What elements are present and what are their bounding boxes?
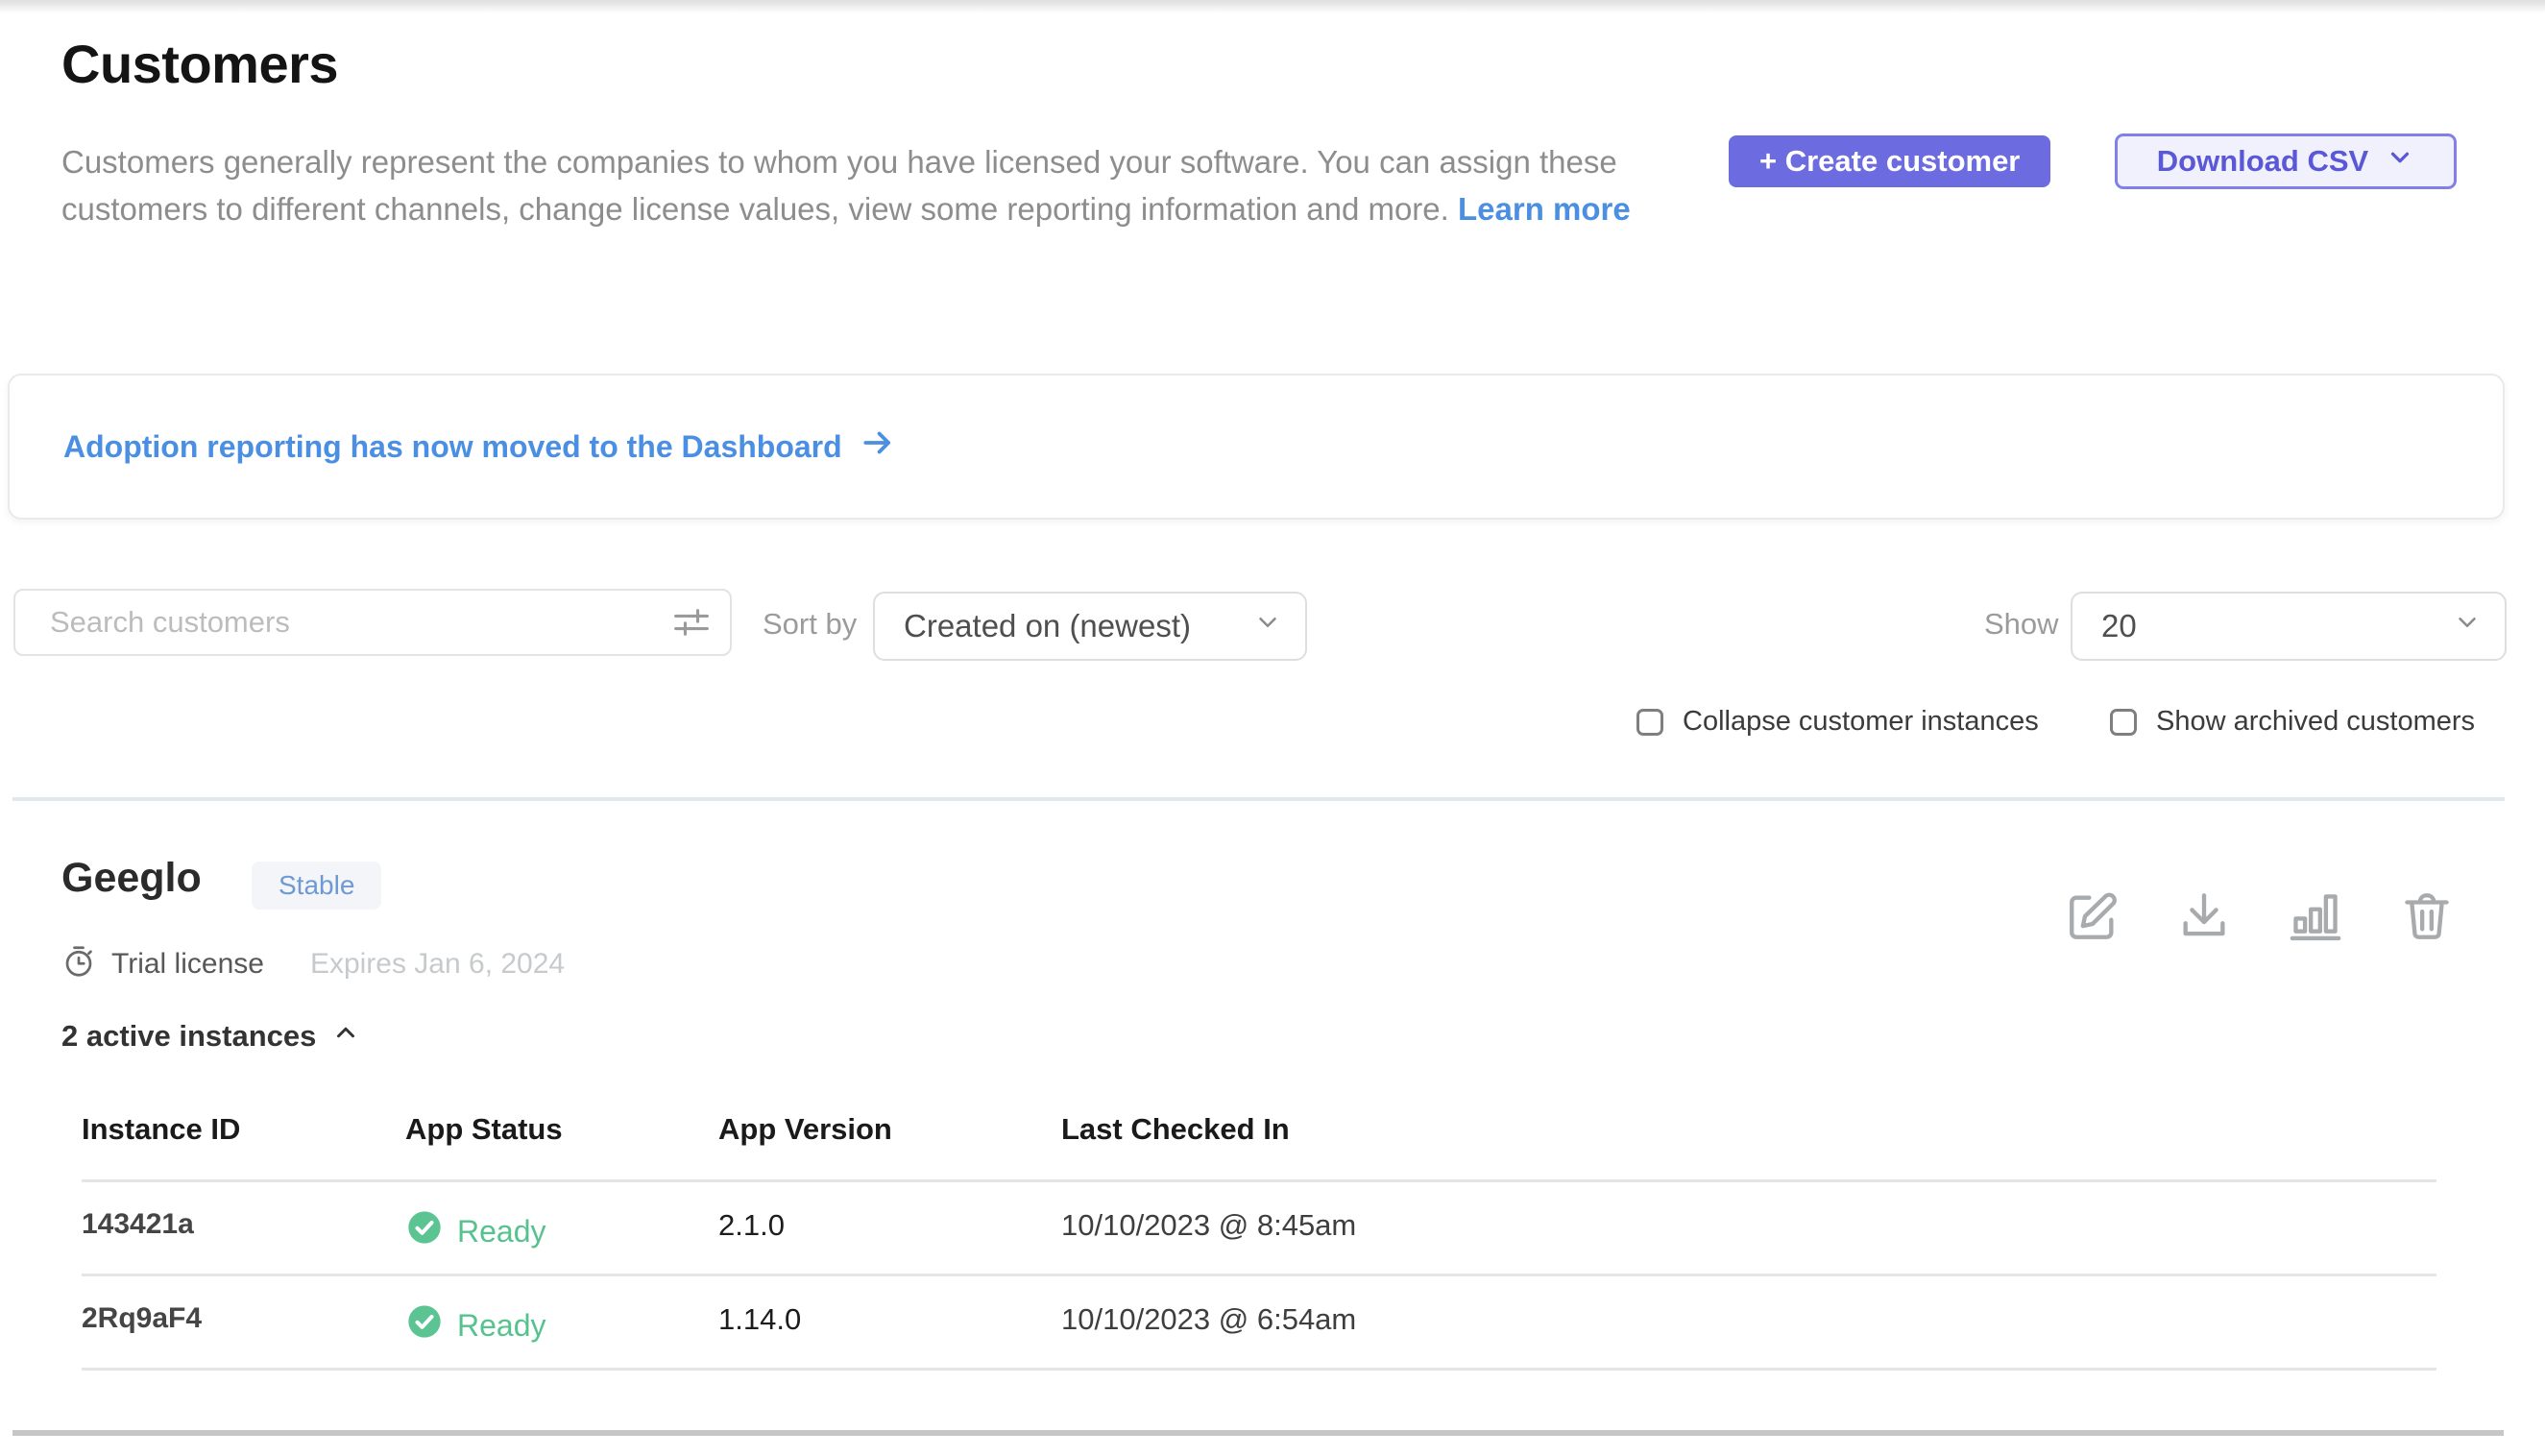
instance-version: 1.14.0 [718, 1302, 801, 1337]
customer-name[interactable]: Geeglo [61, 855, 202, 902]
download-csv-button[interactable]: Download CSV [2115, 133, 2457, 189]
table-divider [82, 1368, 2436, 1371]
show-archived-option[interactable]: Show archived customers [2110, 706, 2475, 738]
sliders-icon[interactable] [672, 605, 711, 644]
status-label: Ready [457, 1214, 546, 1250]
show-label: Show [1984, 607, 2059, 642]
adoption-banner-link[interactable]: Adoption reporting has now moved to the … [63, 429, 842, 465]
top-shadow [0, 0, 2545, 13]
status-badge: Ready [405, 1208, 546, 1254]
instances-toggle-label: 2 active instances [61, 1019, 316, 1054]
check-circle-icon [405, 1302, 444, 1348]
chevron-down-icon [2386, 143, 2414, 180]
chevron-down-icon [2453, 608, 2482, 644]
customers-page: Customers Customers generally represent … [0, 0, 2545, 1456]
table-divider [82, 1274, 2436, 1276]
collapse-instances-option[interactable]: Collapse customer instances [1636, 706, 2039, 738]
edit-customer-button[interactable] [2065, 888, 2121, 944]
table-divider [82, 1179, 2436, 1182]
table-header-instance-id: Instance ID [82, 1112, 240, 1147]
download-csv-label: Download CSV [2157, 144, 2368, 179]
collapse-instances-label: Collapse customer instances [1683, 706, 2039, 738]
sort-by-label: Sort by [763, 607, 857, 642]
channel-badge[interactable]: Stable [252, 861, 381, 910]
sort-select[interactable]: Created on (newest) [873, 592, 1307, 661]
stopwatch-icon [61, 944, 96, 983]
adoption-banner[interactable]: Adoption reporting has now moved to the … [8, 374, 2505, 520]
page-description: Customers generally represent the compan… [61, 138, 1665, 232]
instance-last-checked-in: 10/10/2023 @ 6:54am [1061, 1302, 1356, 1337]
chevron-down-icon [1253, 608, 1282, 644]
delete-customer-button[interactable] [2399, 888, 2455, 944]
arrow-right-icon [860, 425, 896, 469]
show-archived-checkbox[interactable] [2110, 709, 2137, 736]
show-select[interactable]: 20 [2071, 592, 2507, 661]
download-icon [2176, 933, 2232, 947]
customer-actions [2065, 888, 2455, 944]
check-circle-icon [405, 1208, 444, 1254]
instance-id: 2Rq9aF4 [82, 1302, 202, 1335]
section-divider [12, 797, 2505, 801]
instance-last-checked-in: 10/10/2023 @ 8:45am [1061, 1208, 1356, 1243]
license-type: Trial license [111, 948, 264, 981]
license-row: Trial license Expires Jan 6, 2024 [61, 944, 565, 983]
status-label: Ready [457, 1308, 546, 1344]
license-expiry: Expires Jan 6, 2024 [310, 948, 565, 981]
search-customers [13, 589, 732, 656]
page-description-text: Customers generally represent the compan… [61, 144, 1617, 227]
instance-version: 2.1.0 [718, 1208, 785, 1243]
table-header-app-version: App Version [718, 1112, 892, 1147]
trash-icon [2399, 933, 2455, 947]
table-header-last-checked-in: Last Checked In [1061, 1112, 1290, 1147]
learn-more-link[interactable]: Learn more [1458, 191, 1631, 227]
customer-card-divider [12, 1430, 2504, 1436]
show-select-value: 20 [2101, 608, 2137, 644]
table-header-app-status: App Status [405, 1112, 563, 1147]
create-customer-button[interactable]: + Create customer [1729, 135, 2050, 187]
sort-select-value: Created on (newest) [904, 608, 1191, 644]
instance-id: 143421a [82, 1208, 194, 1241]
instance-status: Ready [405, 1208, 546, 1254]
customer-reporting-button[interactable] [2288, 888, 2343, 944]
chevron-up-icon [331, 1018, 360, 1055]
edit-icon [2065, 933, 2121, 947]
page-title: Customers [61, 33, 338, 95]
bar-chart-icon [2288, 933, 2343, 947]
show-archived-label: Show archived customers [2156, 706, 2475, 738]
status-badge: Ready [405, 1302, 546, 1348]
instance-status: Ready [405, 1302, 546, 1348]
download-customer-button[interactable] [2176, 888, 2232, 944]
instances-toggle[interactable]: 2 active instances [61, 1018, 360, 1055]
collapse-instances-checkbox[interactable] [1636, 709, 1663, 736]
search-input[interactable] [13, 589, 732, 656]
